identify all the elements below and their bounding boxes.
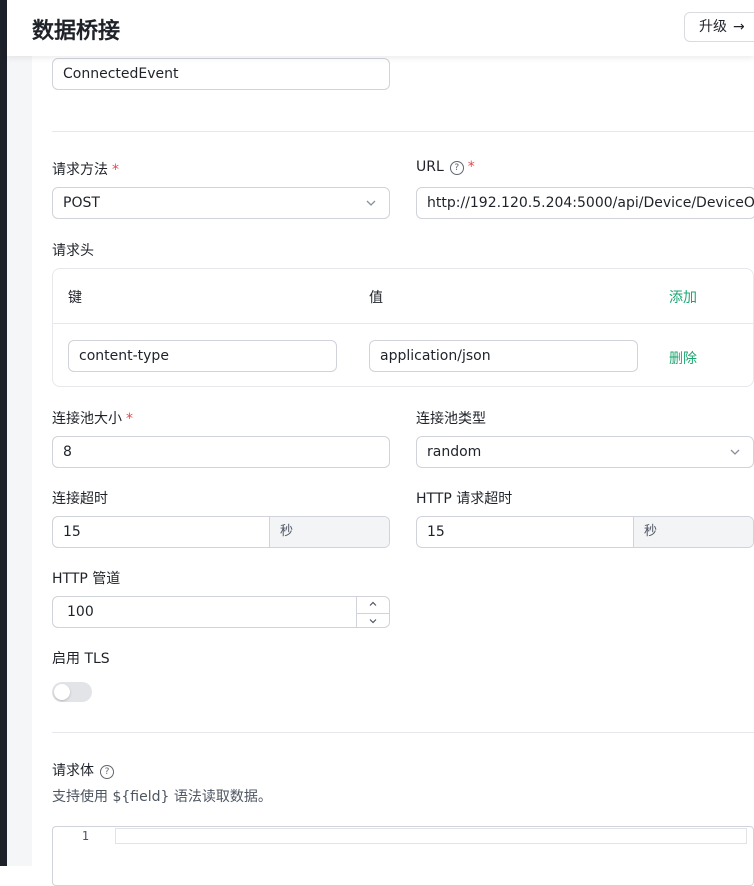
header-key-input[interactable]: content-type [68,340,337,372]
event-name-value: ConnectedEvent [63,66,179,82]
page-gutter [7,0,32,866]
http-pipeline-stepper[interactable]: 100 [52,596,390,628]
pool-type-select[interactable]: random [416,436,754,468]
request-body-label: 请求体? [52,760,114,780]
form-content: ConnectedEvent 请求方法 * POST URL? * http://1… [32,0,754,886]
pool-type-label: 连接池类型 [416,411,486,427]
url-value: http://192.120.5.204:5000/api/Device/Dev… [427,195,754,211]
required-mark: * [112,162,119,178]
method-select[interactable]: POST [52,187,390,219]
http-timeout-label: HTTP 请求超时 [416,491,513,507]
chevron-down-icon[interactable] [357,616,389,627]
page-title: 数据桥接 [32,19,121,44]
table-divider [53,323,753,324]
request-headers-table: 键 值 添加 content-type application/json 删除 [52,268,754,387]
upgrade-label: 升级 [699,19,727,35]
request-body-label-text: 请求体 [52,763,94,779]
connect-timeout-input[interactable]: 15 秒 [52,516,390,548]
pool-size-input[interactable]: 8 [52,436,390,468]
chevron-down-icon [366,200,376,206]
upgrade-button[interactable]: 升级 → [684,12,754,42]
value-column-header: 值 [369,290,383,306]
http-timeout-unit: 秒 [633,517,753,547]
connect-timeout-value: 15 [63,524,81,540]
method-value: POST [63,195,100,211]
connect-timeout-unit: 秒 [269,517,389,547]
event-name-input[interactable]: ConnectedEvent [52,58,390,90]
page-header: 数据桥接 升级 → [7,0,754,56]
section-divider [52,732,754,733]
pool-size-label: 连接池大小 * [52,408,133,428]
request-body-hint: 支持使用 ${field} 语法读取数据。 [52,789,272,805]
current-line-highlight [115,828,747,844]
toggle-knob [54,684,70,700]
tls-toggle[interactable] [52,682,92,702]
app-sidebar-edge [0,0,7,866]
connect-timeout-label: 连接超时 [52,491,108,507]
method-label-text: 请求方法 [52,162,108,178]
chevron-down-icon [730,449,740,455]
tls-label: 启用 TLS [52,651,110,667]
required-mark: * [467,159,475,175]
delete-header-button[interactable]: 删除 [669,348,697,368]
method-label: 请求方法 * [52,159,119,179]
request-headers-label: 请求头 [52,243,94,259]
line-number: 1 [81,829,89,843]
request-body-editor[interactable]: 1 [52,826,754,886]
header-key-value: content-type [79,348,169,364]
http-pipeline-label: HTTP 管道 [52,571,121,587]
pool-size-value: 8 [63,444,72,460]
pool-type-value: random [427,444,482,460]
arrow-right-icon: → [733,19,745,35]
http-pipeline-value: 100 [67,604,94,620]
help-icon[interactable]: ? [449,161,464,175]
http-timeout-input[interactable]: 15 秒 [416,516,754,548]
url-label: URL? * [416,159,475,175]
http-timeout-value: 15 [427,524,445,540]
help-icon[interactable]: ? [100,765,114,779]
required-mark: * [126,411,133,427]
header-value-input[interactable]: application/json [369,340,638,372]
add-header-button[interactable]: 添加 [669,287,697,307]
pool-size-label-text: 连接池大小 [52,411,122,427]
key-column-header: 键 [68,290,82,306]
section-divider [52,131,754,132]
chevron-up-icon[interactable] [357,599,389,614]
url-input[interactable]: http://192.120.5.204:5000/api/Device/Dev… [416,187,754,219]
url-label-text: URL [416,159,444,175]
stepper-controls [356,597,389,627]
header-value-value: application/json [380,348,491,364]
